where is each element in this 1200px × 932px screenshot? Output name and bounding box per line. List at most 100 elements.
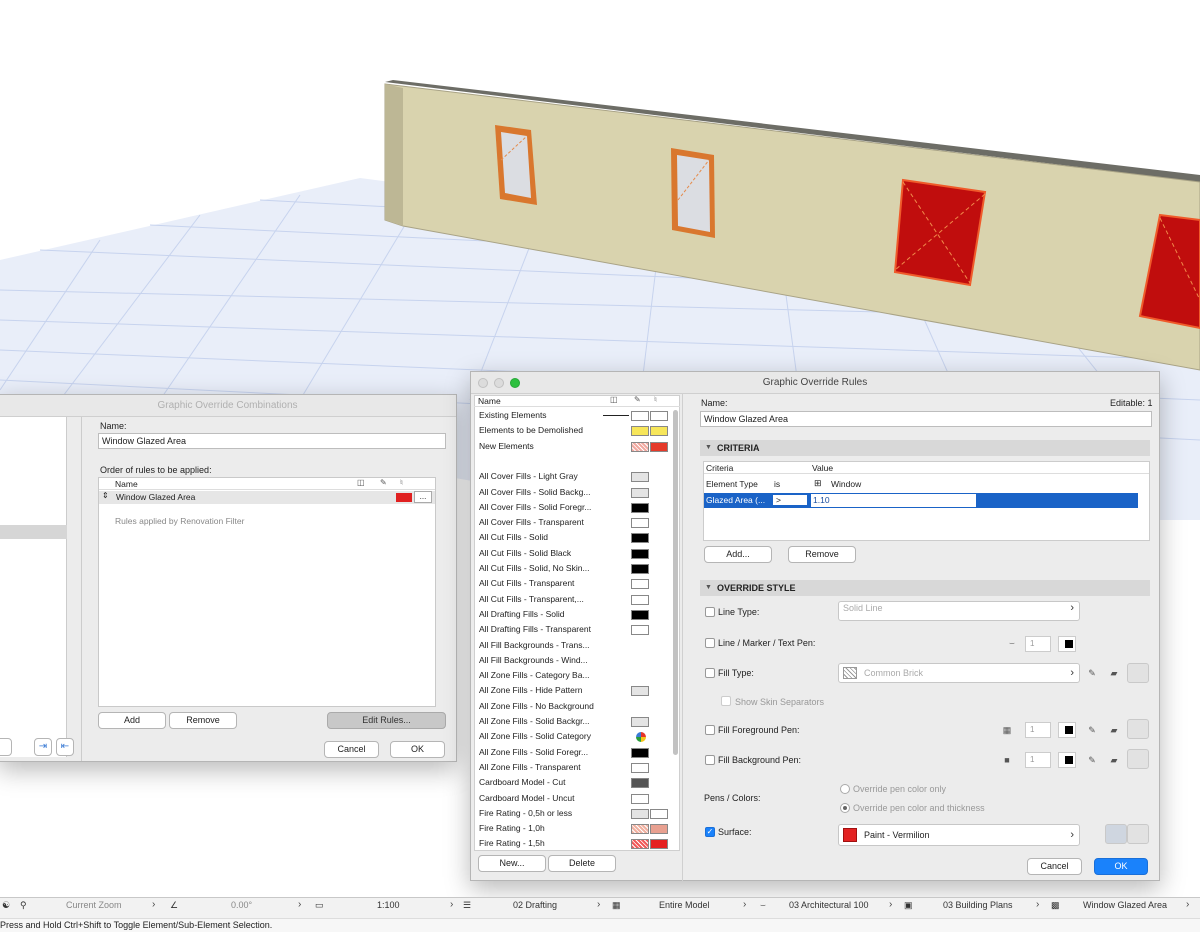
edit-rules-button[interactable]: Edit Rules... (327, 712, 446, 729)
zoom-value[interactable]: Current Zoom (66, 900, 122, 910)
graphic-override-value[interactable]: Window Glazed Area (1083, 900, 1167, 910)
rule-list-item[interactable]: All Cover Fills - Solid Foregr... (475, 501, 671, 515)
cancel-button[interactable]: Cancel (324, 741, 379, 758)
fill-type-dropdown[interactable]: Common Brick (838, 663, 1080, 683)
surface-checkbox[interactable]: ✓ (705, 827, 715, 837)
chevron-right-icon[interactable]: › (889, 899, 892, 910)
fill-fg-pen-swatch[interactable] (1058, 722, 1076, 738)
new-combination-button[interactable] (0, 738, 12, 756)
rule-list-item[interactable]: All Drafting Fills - Transparent (475, 623, 671, 637)
override-color-only-radio[interactable] (840, 784, 850, 794)
combination-name-input[interactable]: Window Glazed Area (98, 433, 446, 449)
rule-list-item[interactable]: All Cut Fills - Solid (475, 531, 671, 545)
panel-divider[interactable] (682, 393, 690, 881)
list-scrollbar[interactable] (673, 410, 678, 755)
rule-list-item[interactable]: All Fill Backgrounds - Trans... (475, 639, 671, 653)
surface-eyedropper-button[interactable] (1127, 824, 1149, 844)
angle-icon[interactable]: ∠ (170, 900, 178, 911)
add-button[interactable]: Add (98, 712, 166, 729)
rule-list-item[interactable]: All Drafting Fills - Solid (475, 608, 671, 622)
import-icon[interactable]: ⇥ (34, 738, 52, 756)
chevron-right-icon[interactable]: › (152, 899, 155, 910)
operator-dropdown[interactable]: > (772, 494, 808, 506)
line-pen-number[interactable]: 1 (1025, 636, 1051, 652)
table-row-selected[interactable]: Glazed Area (... > 1.10 (704, 493, 1138, 508)
rule-list-item[interactable]: All Cut Fills - Transparent,... (475, 593, 671, 607)
rule-list-item[interactable]: All Cover Fills - Solid Backg... (475, 486, 671, 500)
rule-list-item[interactable]: All Cover Fills - Transparent (475, 516, 671, 530)
rule-list-item[interactable]: All Zone Fills - No Background (475, 700, 671, 714)
model-icon[interactable]: ▦ (612, 900, 621, 911)
layers-icon[interactable]: ☰ (463, 900, 471, 911)
chevron-right-icon[interactable]: › (1186, 899, 1189, 910)
fill-cover-icon[interactable]: ▰ (1107, 724, 1121, 736)
new-rule-button[interactable]: New... (478, 855, 546, 872)
rule-list-item[interactable]: Fire Rating - 1,0h (475, 822, 671, 836)
model-view-options-icon[interactable]: ▣ (904, 900, 913, 911)
fill-bg-pen-number[interactable]: 1 (1025, 752, 1051, 768)
fill-fg-pen-checkbox[interactable] (705, 725, 715, 735)
close-window-button[interactable] (478, 378, 488, 388)
fill-cut-icon[interactable]: ✎ (1085, 754, 1099, 766)
layer-value[interactable]: 02 Drafting (513, 900, 557, 910)
scale-icon[interactable]: ▭ (315, 900, 324, 911)
ok-button[interactable]: OK (1094, 858, 1148, 875)
line-pen-checkbox[interactable] (705, 638, 715, 648)
fill-fg-options-button[interactable] (1127, 719, 1149, 739)
rule-list-item[interactable]: All Cut Fills - Transparent (475, 577, 671, 591)
pen-set-icon[interactable]: ⌣ (760, 900, 766, 911)
zoom-icon[interactable]: ⚲ (20, 900, 27, 911)
combination-list-item[interactable] (0, 525, 67, 539)
rule-list-item[interactable]: All Zone Fills - Solid Category (475, 730, 671, 744)
rule-list-item[interactable]: Elements to be Demolished (475, 424, 671, 438)
rule-list-item[interactable]: Cardboard Model - Cut (475, 776, 671, 790)
chevron-right-icon[interactable]: › (597, 899, 600, 910)
surface-catalog-button[interactable] (1105, 824, 1127, 844)
show-skin-checkbox[interactable] (721, 696, 731, 706)
fill-cover-icon[interactable]: ▰ (1107, 754, 1121, 766)
ok-button[interactable]: OK (390, 741, 445, 758)
value-input[interactable]: 1.10 (811, 494, 976, 507)
minimize-window-button[interactable] (494, 378, 504, 388)
table-row[interactable]: ⇕ Window Glazed Area ... (99, 491, 435, 504)
table-row[interactable]: Element Type is ⊞ Window (704, 477, 1138, 491)
chevron-right-icon[interactable]: › (743, 899, 746, 910)
rule-list-item[interactable]: All Zone Fills - Category Ba... (475, 669, 671, 683)
rule-options-button[interactable]: ... (414, 491, 432, 503)
delete-rule-button[interactable]: Delete (548, 855, 616, 872)
rule-list-item[interactable]: Cardboard Model - Uncut (475, 792, 671, 806)
override-style-section-header[interactable]: OVERRIDE STYLE (700, 580, 1150, 596)
fill-bg-pen-checkbox[interactable] (705, 755, 715, 765)
fill-type-checkbox[interactable] (705, 668, 715, 678)
rule-list-item[interactable]: Fire Rating - 1,5h (475, 837, 671, 851)
panel-divider[interactable] (81, 417, 87, 761)
line-type-dropdown[interactable]: Solid Line (838, 601, 1080, 621)
angle-value[interactable]: 0.00° (231, 900, 252, 910)
rule-list-item[interactable]: All Fill Backgrounds - Wind... (475, 654, 671, 668)
remove-button[interactable]: Remove (169, 712, 237, 729)
cancel-button[interactable]: Cancel (1027, 858, 1082, 875)
rule-list-item[interactable]: All Cover Fills - Light Gray (475, 470, 671, 484)
rule-list-item[interactable]: All Zone Fills - Solid Foregr... (475, 746, 671, 760)
fill-cut-icon[interactable]: ✎ (1085, 724, 1099, 736)
export-icon[interactable]: ⇤ (56, 738, 74, 756)
chevron-right-icon[interactable]: › (1036, 899, 1039, 910)
line-pen-swatch[interactable] (1058, 636, 1076, 652)
zoom-window-button[interactable] (510, 378, 520, 388)
rule-list-item[interactable]: All Zone Fills - Transparent (475, 761, 671, 775)
add-criterion-button[interactable]: Add... (704, 546, 772, 563)
rule-list-item[interactable]: New Elements (475, 440, 671, 454)
graphic-override-icon[interactable]: ▩ (1051, 900, 1060, 911)
fill-bg-pen-swatch[interactable] (1058, 752, 1076, 768)
navigation-icon[interactable]: ☯ (2, 900, 10, 911)
criteria-section-header[interactable]: CRITERIA (700, 440, 1150, 456)
model-value[interactable]: Entire Model (659, 900, 710, 910)
chevron-right-icon[interactable]: › (450, 899, 453, 910)
fill-bg-options-button[interactable] (1127, 749, 1149, 769)
line-type-checkbox[interactable] (705, 607, 715, 617)
remove-criterion-button[interactable]: Remove (788, 546, 856, 563)
fill-cover-icon[interactable]: ▰ (1107, 667, 1121, 679)
rule-list-item[interactable]: All Cut Fills - Solid, No Skin... (475, 562, 671, 576)
rule-name-input[interactable]: Window Glazed Area (700, 411, 1152, 427)
rule-list-item[interactable]: All Zone Fills - Solid Backgr... (475, 715, 671, 729)
